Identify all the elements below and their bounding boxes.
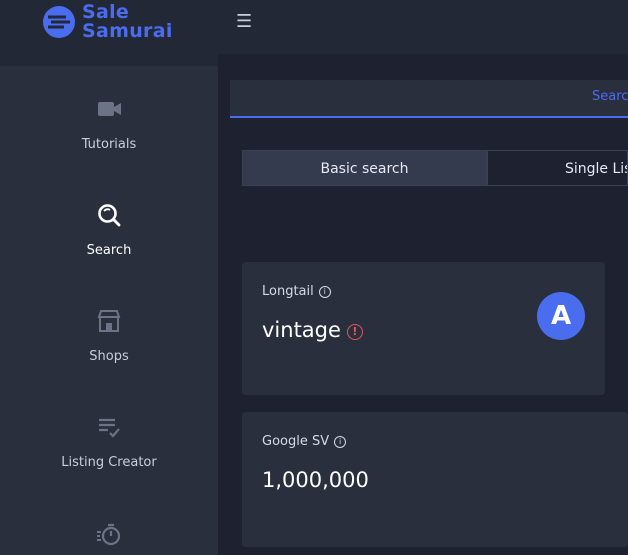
single-listing-button[interactable]: Single Listing [487, 150, 628, 186]
sidebar-item-shops[interactable]: Shops [0, 307, 218, 364]
search-icon [98, 204, 121, 227]
longtail-title: Longtail [262, 284, 314, 299]
stopwatch-icon [97, 523, 121, 546]
sidebar-item-label: Tutorials [81, 137, 137, 152]
info-icon[interactable]: i [318, 286, 331, 298]
info-icon[interactable]: i [334, 436, 347, 448]
longtail-card: Longtail i vintage! A [242, 262, 605, 395]
sidebar-item-label: Search [86, 243, 132, 258]
longtail-value-row: vintage! [262, 318, 363, 342]
sidebar-item-tutorials[interactable]: Tutorials [0, 95, 218, 152]
sidebar-item-label: Listing Creator [61, 455, 157, 470]
logo-text: Sale Samurai [82, 3, 173, 41]
longtail-title-row: Longtail i [262, 284, 331, 299]
logo[interactable]: Sale Samurai [0, 0, 218, 66]
logo-mark-icon [43, 6, 75, 38]
sidebar-item-listing-creator[interactable]: Listing Creator [0, 413, 218, 470]
google-sv-card: Google SV i 1,000,000 [242, 412, 628, 547]
sidebar-item-stopwatch[interactable] [0, 520, 218, 548]
google-sv-title: Google SV [262, 434, 330, 449]
google-sv-value: 1,000,000 [262, 468, 369, 492]
tab-search[interactable]: Search [592, 89, 628, 104]
basic-search-button[interactable]: Basic search [242, 150, 487, 186]
shop-icon [97, 310, 121, 332]
sidebar: Sale Samurai Tutorials Search Shops List… [0, 0, 218, 555]
checklist-icon [99, 418, 120, 438]
logo-line2: Samurai [82, 20, 173, 42]
tab-bar: Search [230, 80, 628, 118]
grade-badge: A [537, 292, 585, 340]
sidebar-item-search[interactable]: Search [0, 201, 218, 258]
google-sv-title-row: Google SV i [262, 434, 347, 449]
warning-icon[interactable]: ! [346, 324, 363, 340]
topbar: ☰ [218, 0, 628, 54]
video-camera-icon [98, 102, 121, 116]
search-mode-toggle: Basic search Single Listing [242, 150, 628, 186]
hamburger-icon[interactable]: ☰ [236, 13, 252, 31]
longtail-value: vintage [262, 318, 341, 342]
sidebar-item-label: Shops [89, 349, 129, 364]
